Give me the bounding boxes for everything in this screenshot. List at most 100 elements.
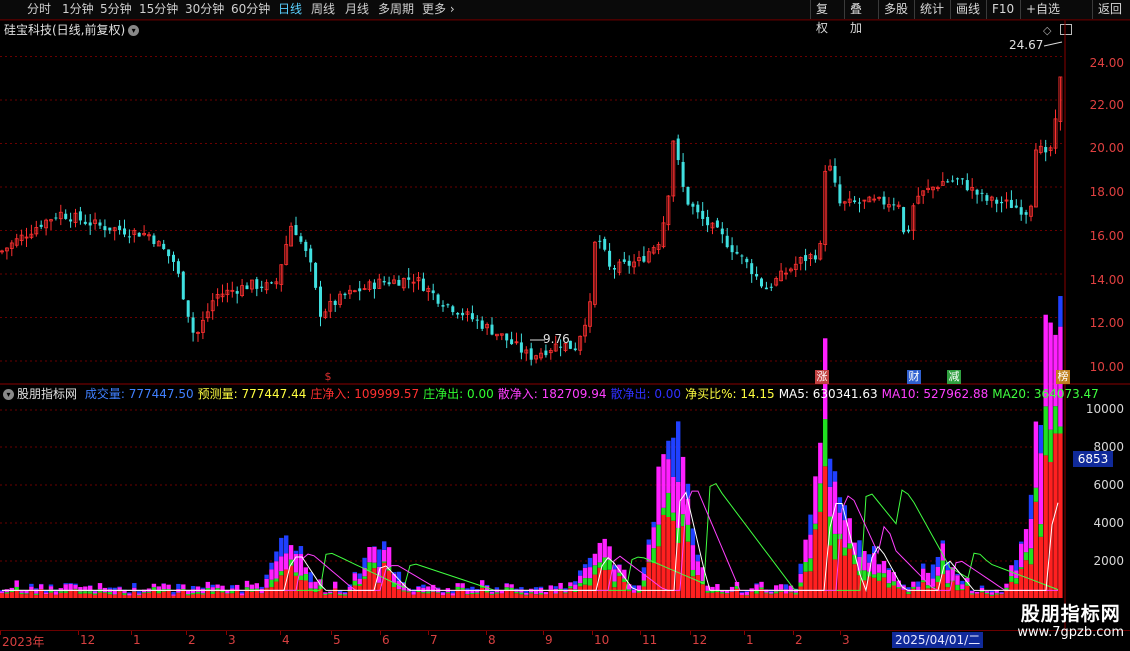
- volume-bar-segment: [588, 558, 592, 567]
- volume-bar-segment: [152, 587, 156, 590]
- volume-bar-segment: [186, 594, 190, 595]
- volume-bar-segment: [652, 522, 656, 527]
- volume-bar-segment: [309, 590, 313, 598]
- high-price-marker: 24.67: [1009, 38, 1043, 52]
- volume-bar-segment: [946, 587, 950, 598]
- candle-body: [574, 348, 577, 350]
- candle-body: [260, 287, 263, 288]
- volume-bar-segment: [740, 592, 744, 593]
- volume-bar-segment: [823, 419, 827, 466]
- volume-bar-segment: [661, 515, 665, 598]
- volume-bar-segment: [887, 588, 891, 598]
- volume-bar-segment: [387, 571, 391, 598]
- volume-bar-segment: [196, 594, 200, 598]
- volume-bar-segment: [240, 591, 244, 593]
- volume-bar-segment: [916, 587, 920, 590]
- event-marker-4[interactable]: 榜: [1056, 370, 1070, 384]
- candle-body: [1044, 147, 1047, 152]
- volume-bar-segment: [808, 515, 812, 535]
- candle-body: [736, 252, 739, 254]
- volume-bar-segment: [779, 592, 783, 598]
- price-tick-label: 14.00: [1090, 273, 1124, 287]
- date-label: 12: [692, 633, 707, 647]
- candle-body: [608, 251, 611, 267]
- volume-bar-segment: [353, 581, 357, 586]
- volume-bar-segment: [470, 587, 474, 590]
- volume-bar-segment: [1044, 406, 1048, 455]
- chevron-down-icon[interactable]: ▾: [3, 389, 14, 400]
- indicator-item-4: 散净入: 182709.94: [498, 387, 607, 401]
- volume-bar-segment: [573, 581, 577, 584]
- candle-body: [89, 222, 92, 225]
- volume-bar-segment: [666, 459, 670, 493]
- volume-bar-segment: [186, 591, 190, 594]
- volume-bar-segment: [519, 594, 523, 598]
- date-tick: [744, 631, 745, 635]
- candle-body: [182, 272, 185, 300]
- kline-chart[interactable]: [0, 0, 1130, 650]
- event-marker-1[interactable]: 涨: [815, 370, 829, 384]
- volume-bar-segment: [1029, 495, 1033, 519]
- volume-bar-segment: [1024, 529, 1028, 552]
- candle-body: [481, 321, 484, 329]
- volume-bar-segment: [269, 569, 273, 579]
- volume-bar-segment: [568, 586, 572, 588]
- volume-bar-segment: [985, 594, 989, 598]
- volume-bar-segment: [456, 587, 460, 590]
- volume-bar-segment: [411, 592, 415, 595]
- volume-bar-segment: [632, 593, 636, 598]
- volume-bar-segment: [64, 593, 68, 598]
- volume-bar-segment: [529, 593, 533, 598]
- candle-body: [745, 259, 748, 262]
- volume-bar-segment: [441, 593, 445, 596]
- candle-body: [437, 295, 440, 304]
- date-tick: [186, 631, 187, 635]
- volume-bar-segment: [475, 589, 479, 590]
- volume-bar-segment: [73, 585, 77, 589]
- volume-bar-segment: [485, 593, 489, 598]
- event-marker-0[interactable]: $: [321, 370, 335, 384]
- volume-bar-segment: [441, 595, 445, 598]
- volume-bar-segment: [808, 558, 812, 571]
- watermark-title: 股朋指标网: [1017, 603, 1124, 625]
- volume-bar-segment: [803, 540, 807, 562]
- candle-body: [162, 244, 165, 249]
- volume-bar-segment: [720, 592, 724, 593]
- candle-body: [344, 294, 347, 295]
- volume-bar-segment: [196, 592, 200, 594]
- volume-bar-segment: [68, 584, 72, 591]
- volume-bar-segment: [740, 595, 744, 598]
- indicator-name[interactable]: 股朋指标网: [17, 387, 77, 401]
- volume-bar-segment: [769, 592, 773, 594]
- volume-ma-line: [2, 484, 1058, 591]
- volume-bar-segment: [260, 587, 264, 589]
- volume-bar-segment: [607, 560, 611, 570]
- volume-bar-segment: [1019, 569, 1023, 598]
- volume-bar-segment: [235, 590, 239, 598]
- volume-bar-segment: [362, 558, 366, 568]
- event-marker-2[interactable]: 财: [907, 370, 921, 384]
- candle-body: [966, 180, 969, 190]
- event-marker-3[interactable]: 减: [947, 370, 961, 384]
- volume-bar-segment: [656, 467, 660, 525]
- volume-bar-segment: [29, 591, 33, 598]
- volume-bar-segment: [764, 593, 768, 594]
- volume-bar-segment: [985, 591, 989, 593]
- date-tick: [331, 631, 332, 635]
- volume-bar-segment: [1014, 560, 1018, 570]
- candle-body: [314, 263, 317, 288]
- volume-bar-segment: [671, 477, 675, 513]
- date-label: 2023年: [2, 633, 45, 650]
- volume-bar-segment: [612, 569, 616, 581]
- volume-bar-segment: [147, 593, 151, 598]
- volume-bar-segment: [245, 581, 249, 587]
- candle-body: [446, 304, 449, 305]
- date-tick: [640, 631, 641, 635]
- candle-body: [716, 220, 719, 227]
- candle-body: [838, 184, 841, 203]
- volume-bar-segment: [759, 587, 763, 589]
- volume-bar-segment: [1048, 430, 1052, 462]
- volume-bar-segment: [137, 591, 141, 593]
- volume-bar-segment: [558, 591, 562, 598]
- volume-bar-segment: [34, 595, 38, 598]
